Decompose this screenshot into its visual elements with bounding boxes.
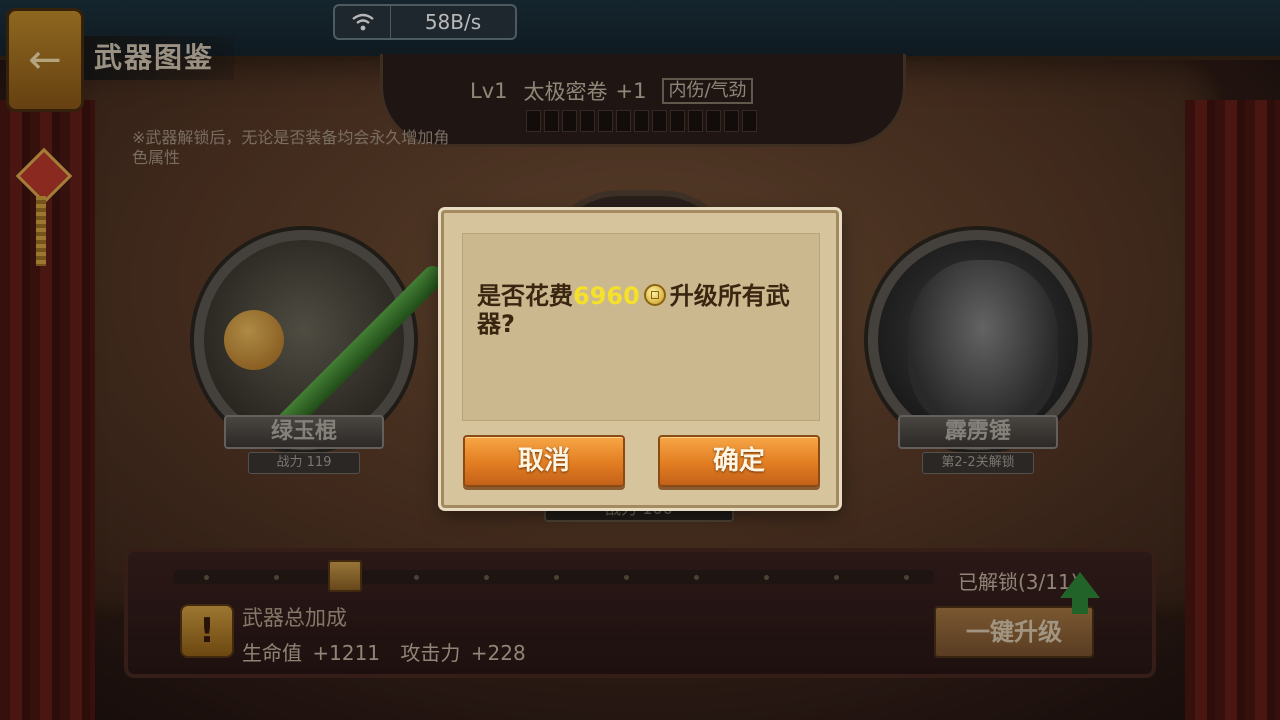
coin-icon — [643, 284, 666, 306]
dialog-message: 是否花费6960 升级所有武器? — [477, 282, 807, 338]
confirm-dialog: 是否花费6960 升级所有武器? 取消 确定 — [441, 210, 839, 508]
cost-value: 6960 — [573, 282, 640, 310]
cancel-button[interactable]: 取消 — [463, 435, 625, 487]
dialog-content: 是否花费6960 升级所有武器? — [462, 233, 820, 421]
confirm-button[interactable]: 确定 — [658, 435, 820, 487]
msg-prefix: 是否花费 — [477, 282, 573, 310]
